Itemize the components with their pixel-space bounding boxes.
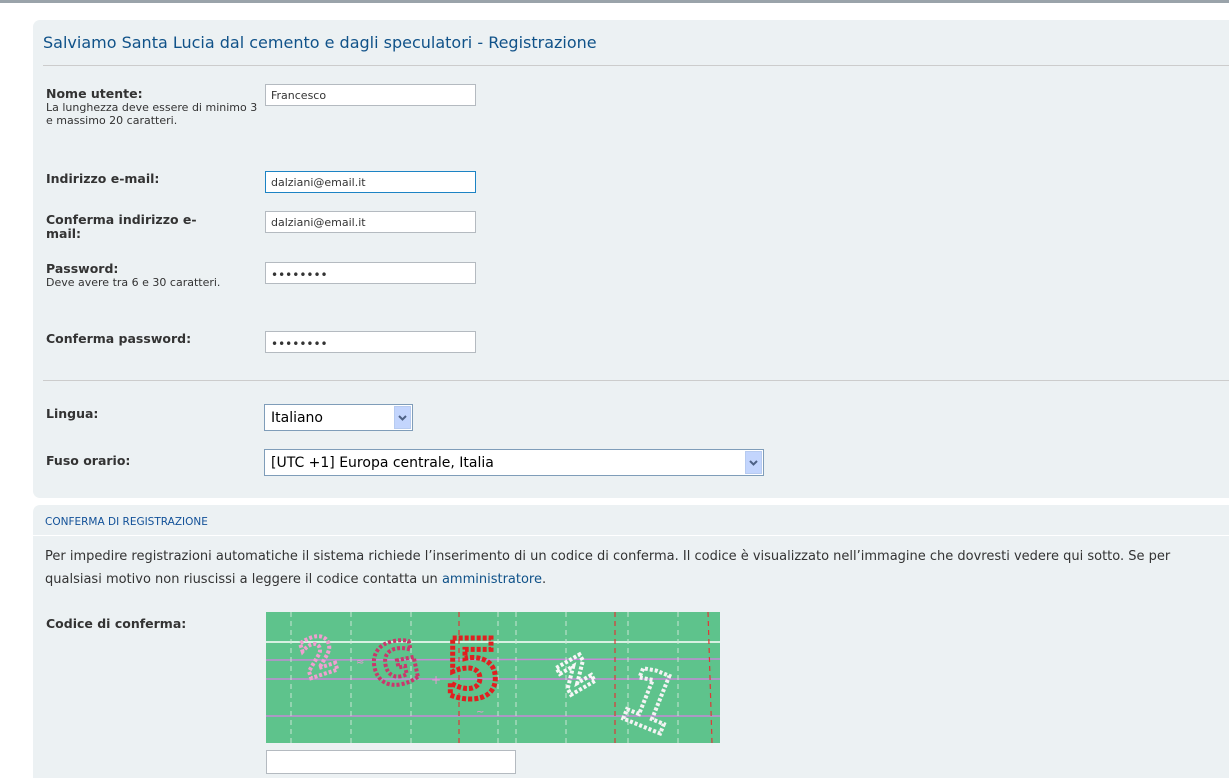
captcha-image: 2 G 5 z 1 ≈ + ~	[266, 612, 720, 743]
password-label: Password:	[46, 261, 119, 276]
top-border	[0, 0, 1229, 3]
svg-text:1: 1	[608, 649, 692, 743]
confirmation-heading: CONFERMA DI REGISTRAZIONE	[45, 516, 208, 528]
divider	[43, 65, 1229, 66]
confirmation-text-body: Per impedire registrazioni automatiche i…	[45, 549, 1171, 587]
username-label: Nome utente:	[46, 86, 143, 101]
svg-text:≈: ≈	[356, 657, 364, 668]
svg-text:~: ~	[476, 707, 484, 718]
language-select[interactable]: Italiano	[264, 404, 413, 431]
divider	[33, 535, 1229, 536]
email-input[interactable]: dalziani@email.it	[265, 171, 476, 193]
code-label: Codice di conferma:	[46, 616, 187, 631]
captcha-graphic: 2 G 5 z 1 ≈ + ~	[266, 612, 720, 743]
svg-text:2: 2	[293, 623, 346, 691]
language-selected: Italiano	[271, 410, 323, 426]
chevron-down-icon[interactable]	[394, 406, 411, 429]
password-confirm-input[interactable]: ••••••••	[265, 331, 476, 353]
email-confirm-input[interactable]: dalziani@email.it	[265, 211, 476, 233]
svg-text:5: 5	[444, 623, 501, 718]
chevron-down-icon[interactable]	[745, 451, 762, 474]
timezone-select[interactable]: [UTC +1] Europa centrale, Italia	[264, 449, 764, 476]
timezone-label: Fuso orario:	[46, 453, 131, 468]
administrator-link[interactable]: amministratore	[442, 572, 542, 587]
password-confirm-label: Conferma password:	[46, 331, 192, 346]
confirmation-code-input[interactable]	[266, 750, 516, 774]
password-input[interactable]: ••••••••	[265, 262, 476, 284]
language-label: Lingua:	[46, 406, 99, 421]
timezone-selected: [UTC +1] Europa centrale, Italia	[271, 455, 494, 471]
svg-text:+: +	[431, 673, 441, 687]
divider	[43, 380, 1229, 381]
username-hint: La lunghezza deve essere di minimo 3 e m…	[46, 101, 258, 127]
confirmation-text-end: .	[541, 572, 547, 587]
password-hint: Deve avere tra 6 e 30 caratteri.	[46, 276, 221, 289]
confirmation-text: Per impedire registrazioni automatiche i…	[45, 545, 1215, 591]
email-label: Indirizzo e-mail:	[46, 171, 160, 186]
username-input[interactable]: Francesco	[265, 84, 476, 106]
svg-text:z: z	[543, 635, 604, 708]
svg-text:G: G	[365, 626, 426, 702]
page-title: Salviamo Santa Lucia dal cemento e dagli…	[43, 33, 597, 52]
email-confirm-label: Conferma indirizzo e-mail:	[46, 212, 197, 241]
